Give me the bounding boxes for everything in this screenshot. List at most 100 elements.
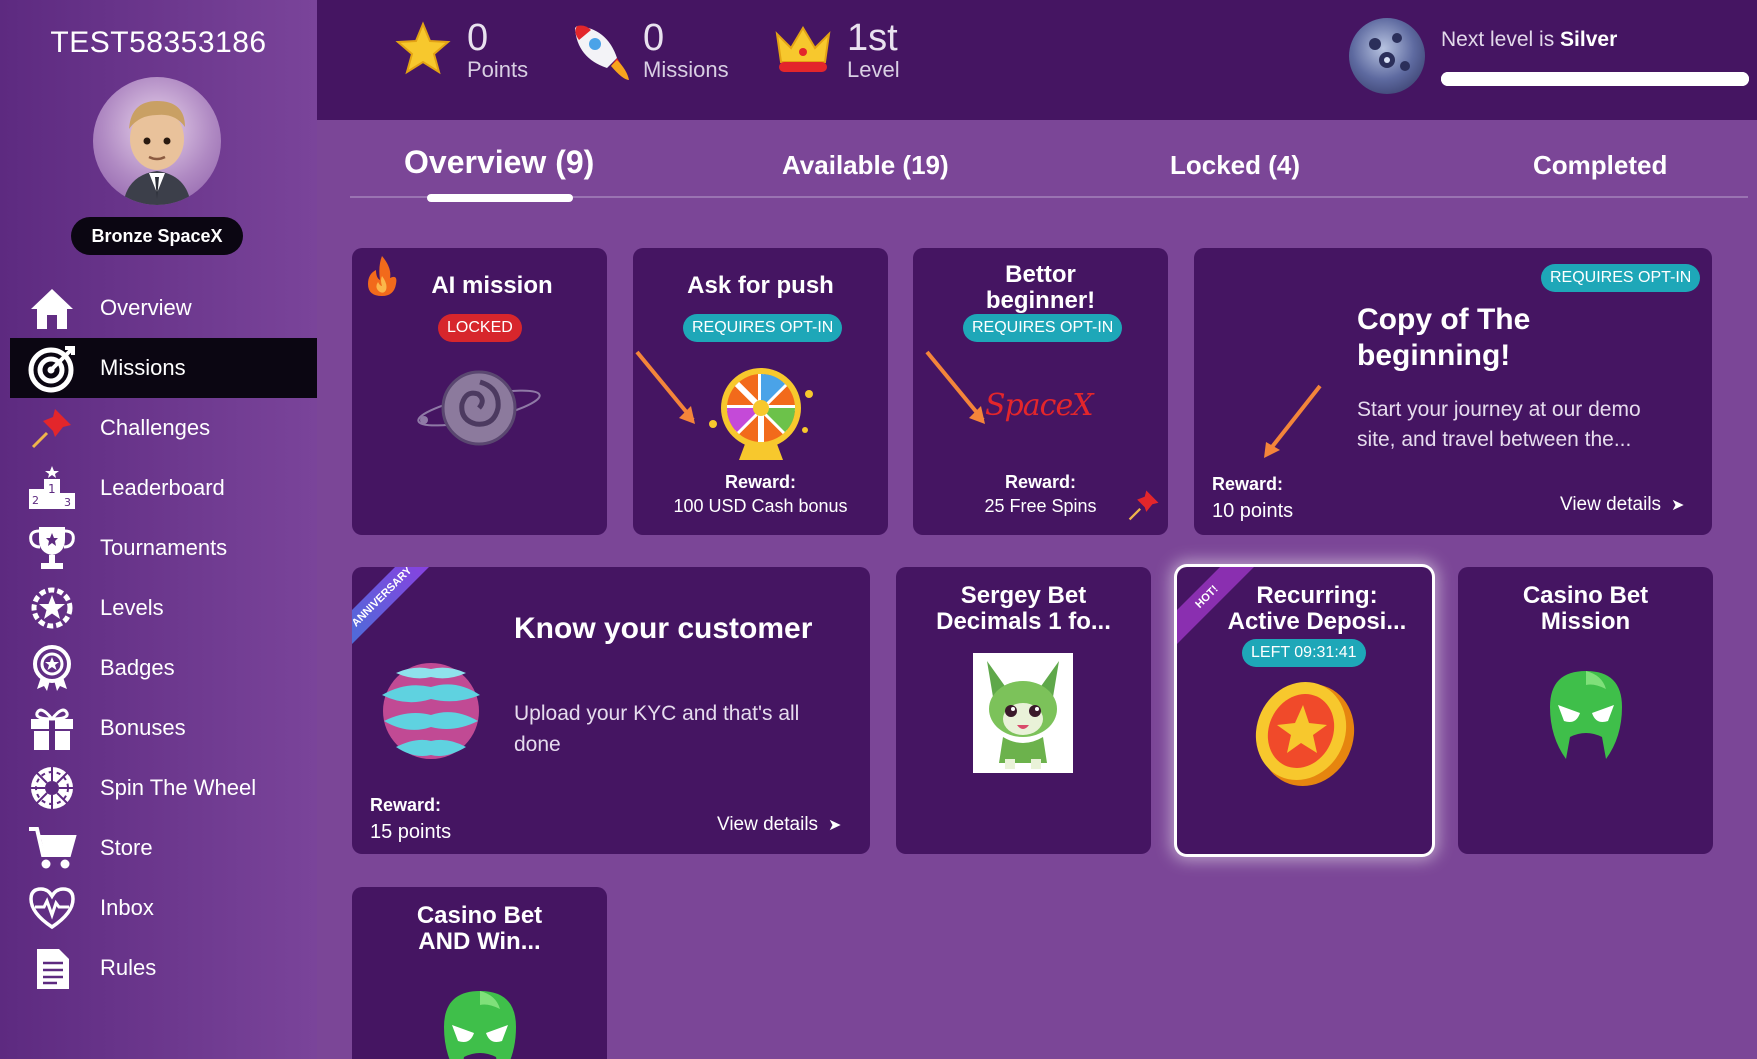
green-mask-icon: [444, 991, 516, 1059]
star-gear-icon: [26, 582, 78, 634]
card-title-line1: Casino Bet: [416, 902, 543, 929]
pin-icon[interactable]: [1125, 486, 1163, 524]
sidebar-item-tournaments[interactable]: Tournaments: [10, 518, 317, 578]
reward-value: 100 USD Cash bonus: [673, 496, 848, 516]
card-title-line2: beginner!: [985, 287, 1096, 314]
reward-label: Reward:: [1212, 474, 1284, 494]
rocket-icon: [575, 25, 629, 80]
mission-card-casino-bet-mission[interactable]: Casino Bet Mission: [1458, 567, 1713, 854]
tab-completed[interactable]: Completed: [1533, 150, 1667, 181]
sidebar-item-label: Challenges: [100, 415, 211, 440]
arrow-right-icon: ➤: [828, 817, 842, 834]
spacex-logo: SpaceX: [985, 388, 1094, 423]
time-left-badge: LEFT 09:31:41: [1242, 639, 1366, 667]
pin-icon: [26, 402, 78, 454]
heart-pulse-icon: [26, 882, 78, 934]
arrow-pointer-icon: [1264, 384, 1322, 458]
card-description-line2: done: [514, 733, 561, 756]
mission-card-know-your-customer[interactable]: ANNIVERSARY Know your customer Upload yo…: [352, 567, 870, 854]
sidebar-item-challenges[interactable]: Challenges: [10, 398, 317, 458]
avatar[interactable]: [93, 77, 221, 205]
active-tab-indicator: [427, 194, 573, 202]
star-icon: [395, 21, 451, 75]
reward-label: Reward:: [370, 795, 442, 815]
opt-in-badge: REQUIRES OPT-IN: [963, 314, 1123, 342]
sidebar-item-inbox[interactable]: Inbox: [10, 878, 317, 938]
mission-card-ask-for-push[interactable]: Ask for push REQUIRES OPT-IN Reward: 100…: [633, 248, 888, 535]
card-title: Ask for push: [687, 272, 834, 299]
target-icon: [26, 342, 78, 394]
cart-icon: [26, 822, 78, 874]
green-cat-icon: [987, 661, 1059, 769]
card-title: Know your customer: [514, 612, 813, 645]
card-title-line1: Bettor: [1005, 261, 1076, 288]
podium-icon: 12 3: [26, 462, 78, 514]
missions-stat: 0 Missions: [567, 18, 729, 82]
svg-text:2: 2: [32, 494, 39, 507]
level-progress-fill: [1441, 72, 1749, 86]
card-title-line1: Sergey Bet: [960, 582, 1087, 609]
sidebar-item-missions[interactable]: Missions: [10, 338, 317, 398]
view-details-link[interactable]: View details ➤: [717, 814, 841, 836]
level-value: 1st: [847, 17, 898, 59]
card-title-line1: Recurring:: [1256, 582, 1378, 609]
sidebar-item-bonuses[interactable]: Bonuses: [10, 698, 317, 758]
level-progress-bar: [1441, 72, 1749, 86]
wheel-icon: [26, 762, 78, 814]
avatar-illustration: [123, 101, 191, 205]
reward-value: 10 points: [1212, 500, 1294, 522]
sidebar-item-label: Tournaments: [100, 535, 228, 560]
mission-tabs: Overview (9) Available (19) Locked (4) C…: [350, 140, 1750, 202]
view-details-link[interactable]: View details ➤: [1560, 494, 1684, 516]
sidebar-item-store[interactable]: Store: [10, 818, 317, 878]
prize-wheel-icon: [709, 368, 813, 460]
sidebar-item-spin-the-wheel[interactable]: Spin The Wheel: [10, 758, 317, 818]
level-stat: 1st Level: [771, 18, 900, 82]
card-description-line1: Upload your KYC and that's all: [514, 702, 800, 725]
card-title-line2: Decimals 1 fo...: [936, 608, 1111, 635]
sidebar-item-label: Rules: [100, 955, 157, 980]
mission-card-copy-of-the-beginning[interactable]: REQUIRES OPT-IN Copy of The beginning! S…: [1194, 248, 1712, 535]
svg-text:1: 1: [48, 482, 56, 496]
mission-card-ai-mission[interactable]: AI mission LOCKED: [352, 248, 607, 535]
sidebar-item-levels[interactable]: Levels: [10, 578, 317, 638]
sidebar-item-leaderboard[interactable]: 12 3 Leaderboard: [10, 458, 317, 518]
tab-locked[interactable]: Locked (4): [1170, 150, 1300, 181]
card-title-line2: Mission: [1540, 608, 1631, 635]
card-description-line2: site, and travel between the...: [1357, 428, 1632, 451]
card-title-line2: Active Deposi...: [1227, 608, 1407, 635]
sidebar-item-badges[interactable]: Badges: [10, 638, 317, 698]
username: TEST58353186: [50, 26, 267, 59]
sidebar-item-label: Bonuses: [100, 715, 186, 740]
sidebar-nav: Overview Missions Challenges 12 3 Leaderb…: [10, 278, 317, 998]
points-value: 0: [467, 17, 489, 59]
tab-overview[interactable]: Overview (9): [404, 144, 594, 181]
view-details-label: View details: [717, 814, 819, 835]
sidebar-item-label: Spin The Wheel: [100, 775, 257, 800]
crown-icon: [775, 26, 831, 72]
mission-thumbnail: [973, 653, 1073, 773]
reward-label: Reward:: [724, 472, 796, 492]
sidebar: TEST58353186 Bronze SpaceX Overview Miss…: [0, 0, 317, 1059]
spiral-planet-icon: [417, 370, 541, 446]
tab-available[interactable]: Available (19): [782, 150, 949, 181]
next-level-name: Silver: [1560, 28, 1618, 51]
sidebar-item-label: Store: [100, 835, 153, 860]
anniversary-ribbon: ANNIVERSARY: [352, 567, 433, 648]
next-level-text: Next level is Silver: [1441, 28, 1617, 52]
card-title-line1: Casino Bet: [1522, 582, 1649, 609]
card-description-line1: Start your journey at our demo: [1357, 398, 1641, 421]
mission-card-casino-bet-and-win[interactable]: Casino Bet AND Win...: [352, 887, 607, 1059]
locked-badge: LOCKED: [438, 314, 522, 342]
missions-value: 0: [643, 17, 665, 59]
mission-card-sergey-bet[interactable]: Sergey Bet Decimals 1 fo...: [896, 567, 1151, 854]
badge-icon: [26, 642, 78, 694]
sidebar-item-label: Badges: [100, 655, 175, 680]
mission-card-recurring-active-deposit[interactable]: HOT! Recurring: Active Deposi... LEFT 09…: [1177, 567, 1432, 854]
sidebar-item-rules[interactable]: Rules: [10, 938, 317, 998]
opt-in-badge: REQUIRES OPT-IN: [1541, 264, 1701, 292]
mission-card-bettor-beginner[interactable]: Bettor beginner! REQUIRES OPT-IN SpaceX …: [913, 248, 1168, 535]
gold-coin-icon: [1255, 682, 1355, 786]
svg-text:3: 3: [64, 496, 71, 509]
sidebar-item-overview[interactable]: Overview: [10, 278, 317, 338]
